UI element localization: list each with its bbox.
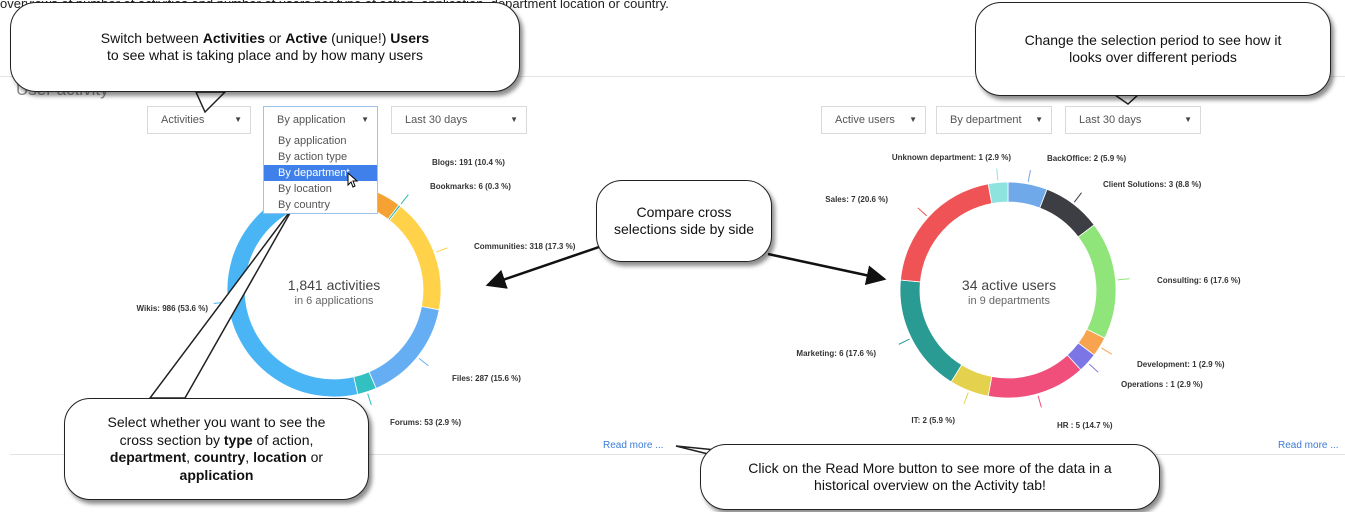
right-leader-it bbox=[963, 392, 969, 404]
right-leader-consulting bbox=[1117, 278, 1130, 281]
right-slice-client-solutions[interactable] bbox=[1039, 188, 1095, 238]
callout-switch: Switch between Activities or Active (uni… bbox=[10, 2, 520, 92]
right-leader-hr bbox=[1037, 395, 1042, 408]
callout-readmore: Click on the Read More button to see mor… bbox=[700, 444, 1160, 510]
right-leader-backoffice bbox=[1027, 169, 1031, 182]
left-label-forums: Forums: 53 (2.9 %) bbox=[390, 418, 461, 427]
right-leader-development bbox=[1101, 347, 1112, 355]
left-label-files: Files: 287 (15.6 %) bbox=[452, 374, 521, 383]
callout-period: Change the selection period to see how i… bbox=[975, 2, 1331, 96]
right-label-unknown-department: Unknown department: 1 (2.9 %) bbox=[892, 153, 1011, 162]
callout-switch-tail bbox=[194, 91, 227, 114]
right-leader-client-solutions bbox=[1073, 192, 1082, 203]
left-leader-forums bbox=[367, 393, 372, 406]
left-leader-bookmarks bbox=[400, 194, 409, 205]
right-label-consulting: Consulting: 6 (17.6 %) bbox=[1157, 276, 1241, 285]
right-label-backoffice: BackOffice: 2 (5.9 %) bbox=[1047, 154, 1126, 163]
right-label-sales: Sales: 7 (20.6 %) bbox=[825, 195, 888, 204]
left-label-wikis: Wikis: 986 (53.6 %) bbox=[136, 304, 208, 313]
cross-select-left-dropdown[interactable]: By application By action type By departm… bbox=[263, 133, 378, 214]
right-slice-unknown-department[interactable] bbox=[987, 181, 1009, 204]
right-leader-marketing bbox=[898, 338, 910, 345]
dropdown-option-application[interactable]: By application bbox=[264, 133, 377, 149]
left-leader-files bbox=[418, 357, 429, 367]
right-leader-operations bbox=[1088, 363, 1099, 373]
read-more-link-right[interactable]: Read more ... bbox=[1278, 440, 1339, 451]
right-label-client-solutions: Client Solutions: 3 (8.8 %) bbox=[1103, 180, 1202, 189]
left-label-bookmarks: Bookmarks: 6 (0.3 %) bbox=[430, 182, 511, 191]
dropdown-option-location[interactable]: By location bbox=[264, 181, 377, 197]
right-label-development: Development: 1 (2.9 %) bbox=[1137, 360, 1225, 369]
dropdown-option-department[interactable]: By department bbox=[264, 165, 377, 181]
right-label-operations: Operations : 1 (2.9 %) bbox=[1121, 380, 1203, 389]
donut-right-subtitle: in 9 departments bbox=[968, 295, 1050, 307]
donut-right-total: 34 active users bbox=[961, 277, 1057, 293]
right-label-it: IT: 2 (5.9 %) bbox=[911, 416, 955, 425]
compare-arrow-left bbox=[485, 244, 603, 289]
left-slice-files[interactable] bbox=[368, 306, 440, 389]
left-label-communities: Communities: 318 (17.3 %) bbox=[474, 242, 576, 251]
donut-left-subtitle: in 6 applications bbox=[294, 295, 374, 307]
read-more-link-left[interactable]: Read more ... bbox=[603, 440, 664, 451]
donut-left-center: 1,841 activities in 6 applications bbox=[249, 277, 419, 307]
right-label-hr: HR : 5 (14.7 %) bbox=[1057, 421, 1113, 430]
left-label-blogs: Blogs: 191 (10.4 %) bbox=[432, 158, 505, 167]
dropdown-option-country[interactable]: By country bbox=[264, 197, 377, 213]
donut-left-total: 1,841 activities bbox=[287, 277, 381, 293]
dropdown-option-action-type[interactable]: By action type bbox=[264, 149, 377, 165]
left-leader-communities bbox=[435, 247, 448, 253]
right-slice-sales[interactable] bbox=[900, 183, 993, 283]
right-label-marketing: Marketing: 6 (17.6 %) bbox=[796, 349, 876, 358]
compare-arrow-right bbox=[767, 252, 887, 286]
right-slice-hr[interactable] bbox=[987, 354, 1082, 399]
right-leader-sales bbox=[917, 207, 928, 217]
callout-select: Select whether you want to see the cross… bbox=[64, 398, 369, 500]
mouse-cursor-icon bbox=[347, 172, 359, 188]
donut-right-center: 34 active users in 9 departments bbox=[924, 277, 1094, 307]
callout-compare: Compare cross selections side by side bbox=[596, 180, 772, 262]
right-leader-unknown-department bbox=[996, 168, 999, 181]
